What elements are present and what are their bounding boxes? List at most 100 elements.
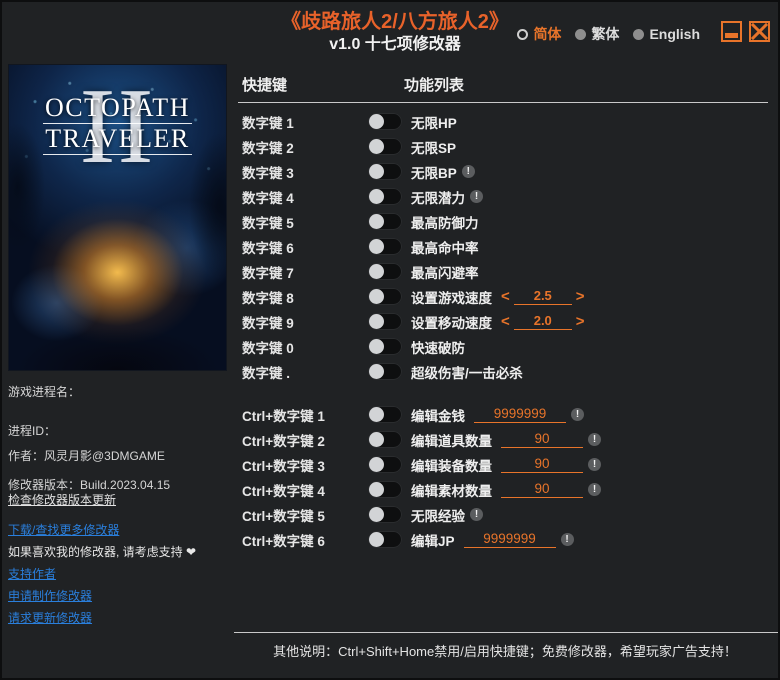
cheat-toggle[interactable] <box>368 113 402 130</box>
cheat-row: 数字键 1 无限HP <box>236 109 768 134</box>
cheat-toggle[interactable] <box>368 506 402 523</box>
cheat-value-input[interactable]: 90 <box>501 456 583 473</box>
cheat-row: 数字键 0 快速破防 <box>236 334 768 359</box>
download-more-link[interactable]: 下载/查找更多修改器 <box>8 523 230 538</box>
cheat-hotkey-label: 数字键 2 <box>242 140 294 156</box>
toggle-knob <box>369 339 384 354</box>
cheat-hotkey-label: Ctrl+数字键 6 <box>242 533 325 549</box>
cheat-row: 数字键 9 设置移动速度 <2.0 > <box>236 309 768 334</box>
cover-title-line2: TRAVELER <box>43 123 192 155</box>
cheat-row: 数字键 7 最高闪避率 <box>236 259 768 284</box>
value-spinner: <2.0 > <box>500 313 586 330</box>
language-option-english[interactable]: English <box>633 26 700 42</box>
cheat-hotkey-label: 数字键 4 <box>242 190 294 206</box>
cheat-toggle[interactable] <box>368 238 402 255</box>
cheat-toggle[interactable] <box>368 531 402 548</box>
info-icon[interactable]: ! <box>588 433 601 446</box>
toggle-knob <box>369 139 384 154</box>
cheat-toggle[interactable] <box>368 213 402 230</box>
language-option-traditional[interactable]: 繁体 <box>575 24 619 44</box>
cheat-toggle[interactable] <box>368 138 402 155</box>
cheat-label: 无限经验 <box>411 508 465 524</box>
title-bar: 《歧路旅人2/八方旅人2》 v1.0 十七项修改器 简体 繁体 English <box>2 2 778 62</box>
info-icon[interactable]: ! <box>461 165 475 178</box>
spinner-increment-icon[interactable]: > <box>575 288 586 305</box>
cheat-toggle[interactable] <box>368 288 402 305</box>
process-id-label: 进程ID： <box>8 424 57 438</box>
cheat-toggle[interactable] <box>368 163 402 180</box>
cheat-hotkey-label: 数字键 8 <box>242 290 294 306</box>
cheat-toggle[interactable] <box>368 481 402 498</box>
sidebar-info: 游戏进程名： 进程ID： 作者：风灵月影@3DMGAME 修改器版本：Build… <box>8 371 230 626</box>
language-selector: 简体 繁体 English <box>517 24 700 44</box>
cheat-hotkey-label: Ctrl+数字键 3 <box>242 458 325 474</box>
spinner-increment-icon[interactable]: > <box>575 313 586 330</box>
cheat-hotkey-label: 数字键 0 <box>242 340 294 356</box>
support-author-link[interactable]: 支持作者 <box>8 567 230 582</box>
sidebar: II OCTOPATH TRAVELER 游戏进程名： 进程ID： 作者：风灵月… <box>2 62 230 678</box>
info-icon[interactable]: ! <box>560 533 574 546</box>
cheat-row: 数字键 . 超级伤害/一击必杀 <box>236 359 768 384</box>
cheat-label: 编辑JP <box>411 533 455 549</box>
cheat-row: 数字键 5 最高防御力 <box>236 209 768 234</box>
cheat-hotkey-label: 数字键 1 <box>242 115 294 131</box>
body-area: II OCTOPATH TRAVELER 游戏进程名： 进程ID： 作者：风灵月… <box>2 62 778 678</box>
info-icon[interactable]: ! <box>470 508 483 521</box>
spinner-value[interactable]: 2.0 <box>513 313 572 330</box>
cheat-hotkey-label: Ctrl+数字键 1 <box>242 408 325 424</box>
close-icon <box>751 23 768 40</box>
cheat-toggle[interactable] <box>368 406 402 423</box>
check-update-link[interactable]: 检查修改器版本更新 <box>8 493 230 508</box>
spinner-value[interactable]: 2.5 <box>513 288 572 305</box>
cheat-label: 快速破防 <box>411 340 465 356</box>
cheat-row: 数字键 8 设置游戏速度 <2.5 > <box>236 284 768 309</box>
request-make-link[interactable]: 申请制作修改器 <box>8 589 230 604</box>
cheat-hotkey-label: Ctrl+数字键 2 <box>242 433 325 449</box>
trainer-window: 《歧路旅人2/八方旅人2》 v1.0 十七项修改器 简体 繁体 English <box>0 0 780 680</box>
cheat-value-input[interactable]: 90 <box>501 431 583 448</box>
cheat-list-numeric: 数字键 1 无限HP 数字键 2 无限SP 数字键 3 无限BP! 数字键 4 无限潜力! 数字… <box>236 109 768 384</box>
cheat-row: Ctrl+数字键 3 编辑装备数量 90! <box>236 452 768 477</box>
info-icon[interactable]: ! <box>588 483 601 496</box>
toggle-knob <box>369 289 384 304</box>
cheat-hotkey-label: 数字键 9 <box>242 315 294 331</box>
footer-divider <box>234 632 778 633</box>
request-update-link[interactable]: 请求更新修改器 <box>8 611 230 626</box>
column-headers: 快捷键 功能列表 <box>236 68 768 95</box>
cheat-row: Ctrl+数字键 2 编辑道具数量 90! <box>236 427 768 452</box>
cheat-toggle[interactable] <box>368 188 402 205</box>
cheat-value-input[interactable]: 9999999 <box>474 406 566 423</box>
info-icon[interactable]: ! <box>571 408 584 421</box>
spinner-decrement-icon[interactable]: < <box>500 288 511 305</box>
toggle-knob <box>369 114 384 129</box>
toggle-knob <box>369 507 384 522</box>
language-label: English <box>649 26 700 42</box>
cheat-toggle[interactable] <box>368 263 402 280</box>
radio-icon <box>575 28 587 40</box>
cheat-toggle[interactable] <box>368 431 402 448</box>
cheat-toggle[interactable] <box>368 363 402 380</box>
toggle-knob <box>369 407 384 422</box>
cheat-label: 设置游戏速度 <box>411 290 492 306</box>
language-option-simplified[interactable]: 简体 <box>517 24 561 44</box>
cheat-hotkey-label: 数字键 6 <box>242 240 294 256</box>
cheat-label: 最高命中率 <box>411 240 479 256</box>
close-button[interactable] <box>749 21 770 42</box>
info-icon[interactable]: ! <box>470 190 483 203</box>
cheat-value-input[interactable]: 9999999 <box>463 531 556 548</box>
toggle-knob <box>369 364 384 379</box>
cheat-label: 设置移动速度 <box>411 315 492 331</box>
cheat-toggle[interactable] <box>368 313 402 330</box>
header-divider <box>238 102 768 103</box>
cheat-value-input[interactable]: 90 <box>501 481 583 498</box>
cheat-toggle[interactable] <box>368 456 402 473</box>
info-icon[interactable]: ! <box>588 458 601 471</box>
minimize-button[interactable] <box>721 21 742 42</box>
cheat-label: 最高防御力 <box>411 215 479 231</box>
spinner-decrement-icon[interactable]: < <box>500 313 511 330</box>
cheat-toggle[interactable] <box>368 338 402 355</box>
